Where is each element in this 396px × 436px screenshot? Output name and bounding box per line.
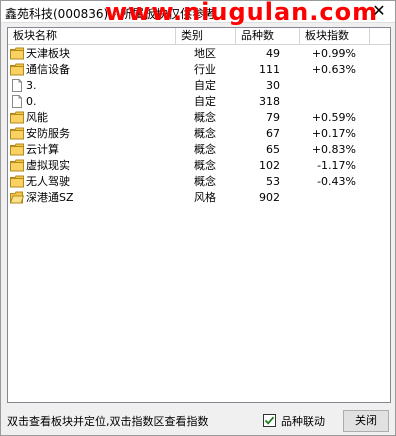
- sector-count: 53: [266, 175, 280, 188]
- sector-category: 概念: [194, 127, 216, 140]
- sector-name: 通信设备: [26, 63, 70, 76]
- watermark-text: www.niugulan.com: [105, 0, 379, 26]
- list-header: 板块名称 类别 品种数 板块指数: [8, 28, 390, 45]
- column-header-count[interactable]: 品种数: [236, 28, 300, 45]
- sector-name: 虚拟现实: [26, 159, 70, 172]
- sector-index: +0.59%: [311, 111, 356, 124]
- sector-name: 深港通SZ: [26, 191, 74, 204]
- sector-list[interactable]: 板块名称 类别 品种数 板块指数 天津板块 地区 49 +0.99% 通信设备 行业 111…: [7, 27, 391, 403]
- hint-text: 双击查看板块并定位,双击指数区查看指数: [7, 415, 209, 428]
- sector-name: 安防服务: [26, 127, 70, 140]
- column-header-category[interactable]: 类别: [176, 28, 236, 45]
- document-icon: [10, 79, 24, 92]
- sector-index: [300, 78, 356, 94]
- sector-index: +0.99%: [311, 47, 356, 60]
- sector-index: +0.17%: [311, 127, 356, 140]
- dialog-window: 鑫苑科技(000836) - 所属板块仅供参考 www.niugulan.com…: [0, 0, 396, 436]
- table-row[interactable]: 云计算 概念 65 +0.83%: [8, 142, 390, 158]
- sector-index: [300, 190, 356, 206]
- table-row[interactable]: 天津板块 地区 49 +0.99%: [8, 46, 390, 62]
- column-header-name[interactable]: 板块名称: [8, 28, 176, 45]
- sector-index: +0.83%: [311, 143, 356, 156]
- sector-index: -0.43%: [317, 175, 356, 188]
- table-row[interactable]: 虚拟现实 概念 102 -1.17%: [8, 158, 390, 174]
- table-row[interactable]: 无人驾驶 概念 53 -0.43%: [8, 174, 390, 190]
- table-row[interactable]: 通信设备 行业 111 +0.63%: [8, 62, 390, 78]
- folder-icon: [10, 143, 24, 156]
- sector-count: 102: [259, 159, 280, 172]
- sector-count: 79: [266, 111, 280, 124]
- sector-name: 无人驾驶: [26, 175, 70, 188]
- sector-name: 云计算: [26, 143, 59, 156]
- sector-category: 概念: [194, 159, 216, 172]
- sector-count: 902: [259, 191, 280, 204]
- sector-count: 65: [266, 143, 280, 156]
- folder-open-icon: [9, 191, 25, 204]
- sector-category: 自定: [194, 95, 216, 108]
- folder-icon: [10, 111, 24, 124]
- table-row[interactable]: 0. 自定 318: [8, 94, 390, 110]
- sector-count: 318: [259, 95, 280, 108]
- document-icon: [10, 95, 24, 108]
- column-header-index[interactable]: 板块指数: [300, 28, 370, 45]
- folder-icon: [10, 127, 24, 140]
- sector-category: 自定: [194, 79, 216, 92]
- folder-icon: [10, 159, 24, 172]
- sector-index: -1.17%: [317, 159, 356, 172]
- check-icon: [264, 416, 275, 425]
- sector-category: 概念: [194, 111, 216, 124]
- table-row[interactable]: 风能 概念 79 +0.59%: [8, 110, 390, 126]
- sector-count: 67: [266, 127, 280, 140]
- sector-category: 风格: [194, 191, 216, 204]
- linkage-checkbox-label[interactable]: 品种联动: [281, 413, 325, 429]
- status-bar: 双击查看板块并定位,双击指数区查看指数 品种联动 关闭: [1, 407, 395, 435]
- sector-index: [300, 94, 356, 110]
- sector-index: +0.63%: [311, 63, 356, 76]
- folder-icon: [10, 175, 24, 188]
- sector-name: 3.: [26, 79, 37, 92]
- sector-count: 30: [266, 79, 280, 92]
- sector-name: 0.: [26, 95, 37, 108]
- table-row[interactable]: 深港通SZ 风格 902: [8, 190, 390, 206]
- sector-category: 概念: [194, 143, 216, 156]
- sector-count: 49: [266, 47, 280, 60]
- close-button[interactable]: 关闭: [343, 410, 389, 432]
- sector-category: 行业: [194, 63, 216, 76]
- folder-icon: [10, 47, 24, 60]
- sector-name: 风能: [26, 111, 48, 124]
- folder-icon: [10, 63, 24, 76]
- sector-count: 111: [259, 63, 280, 76]
- sector-name: 天津板块: [26, 47, 70, 60]
- sector-category: 概念: [194, 175, 216, 188]
- title-bar[interactable]: 鑫苑科技(000836) - 所属板块仅供参考 www.niugulan.com…: [1, 0, 395, 26]
- close-icon[interactable]: ✕: [371, 3, 387, 19]
- sector-category: 地区: [194, 47, 216, 60]
- table-row[interactable]: 安防服务 概念 67 +0.17%: [8, 126, 390, 142]
- linkage-checkbox[interactable]: [263, 414, 276, 427]
- table-row[interactable]: 3. 自定 30: [8, 78, 390, 94]
